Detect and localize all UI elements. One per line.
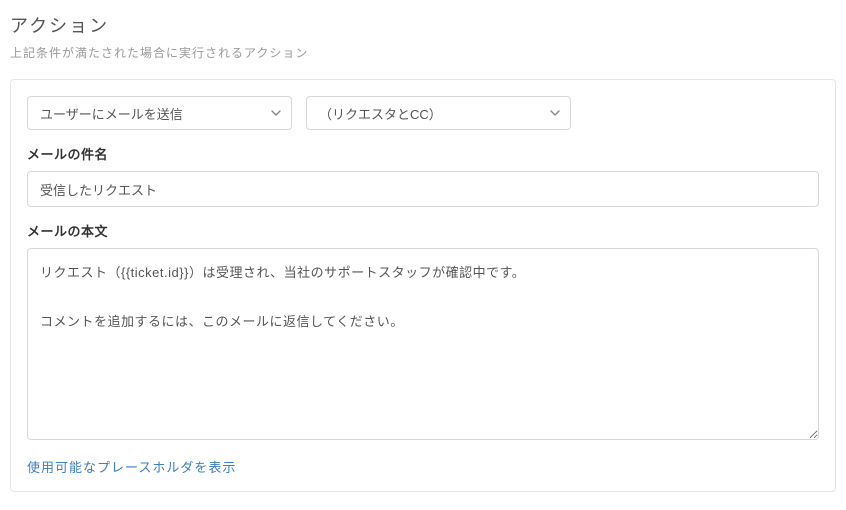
section-subtitle: 上記条件が満たされた場合に実行されるアクション [10,44,836,61]
chevron-down-icon [271,110,281,116]
action-type-select[interactable]: ユーザーにメールを送信 [27,96,292,130]
body-label: メールの本文 [27,221,819,240]
action-type-selected: ユーザーにメールを送信 [40,104,183,123]
subject-input[interactable] [27,171,819,207]
action-target-select[interactable]: （リクエスタとCC） [306,96,571,130]
selects-row: ユーザーにメールを送信 （リクエスタとCC） [27,96,819,130]
chevron-down-icon [550,110,560,116]
subject-label: メールの件名 [27,144,819,163]
body-textarea[interactable] [27,248,819,440]
action-target-selected: （リクエスタとCC） [319,104,442,123]
placeholders-link[interactable]: 使用可能なプレースホルダを表示 [27,457,236,476]
section-title: アクション [10,12,836,38]
action-panel: ユーザーにメールを送信 （リクエスタとCC） メールの件名 メールの本文 使用可… [10,79,836,492]
